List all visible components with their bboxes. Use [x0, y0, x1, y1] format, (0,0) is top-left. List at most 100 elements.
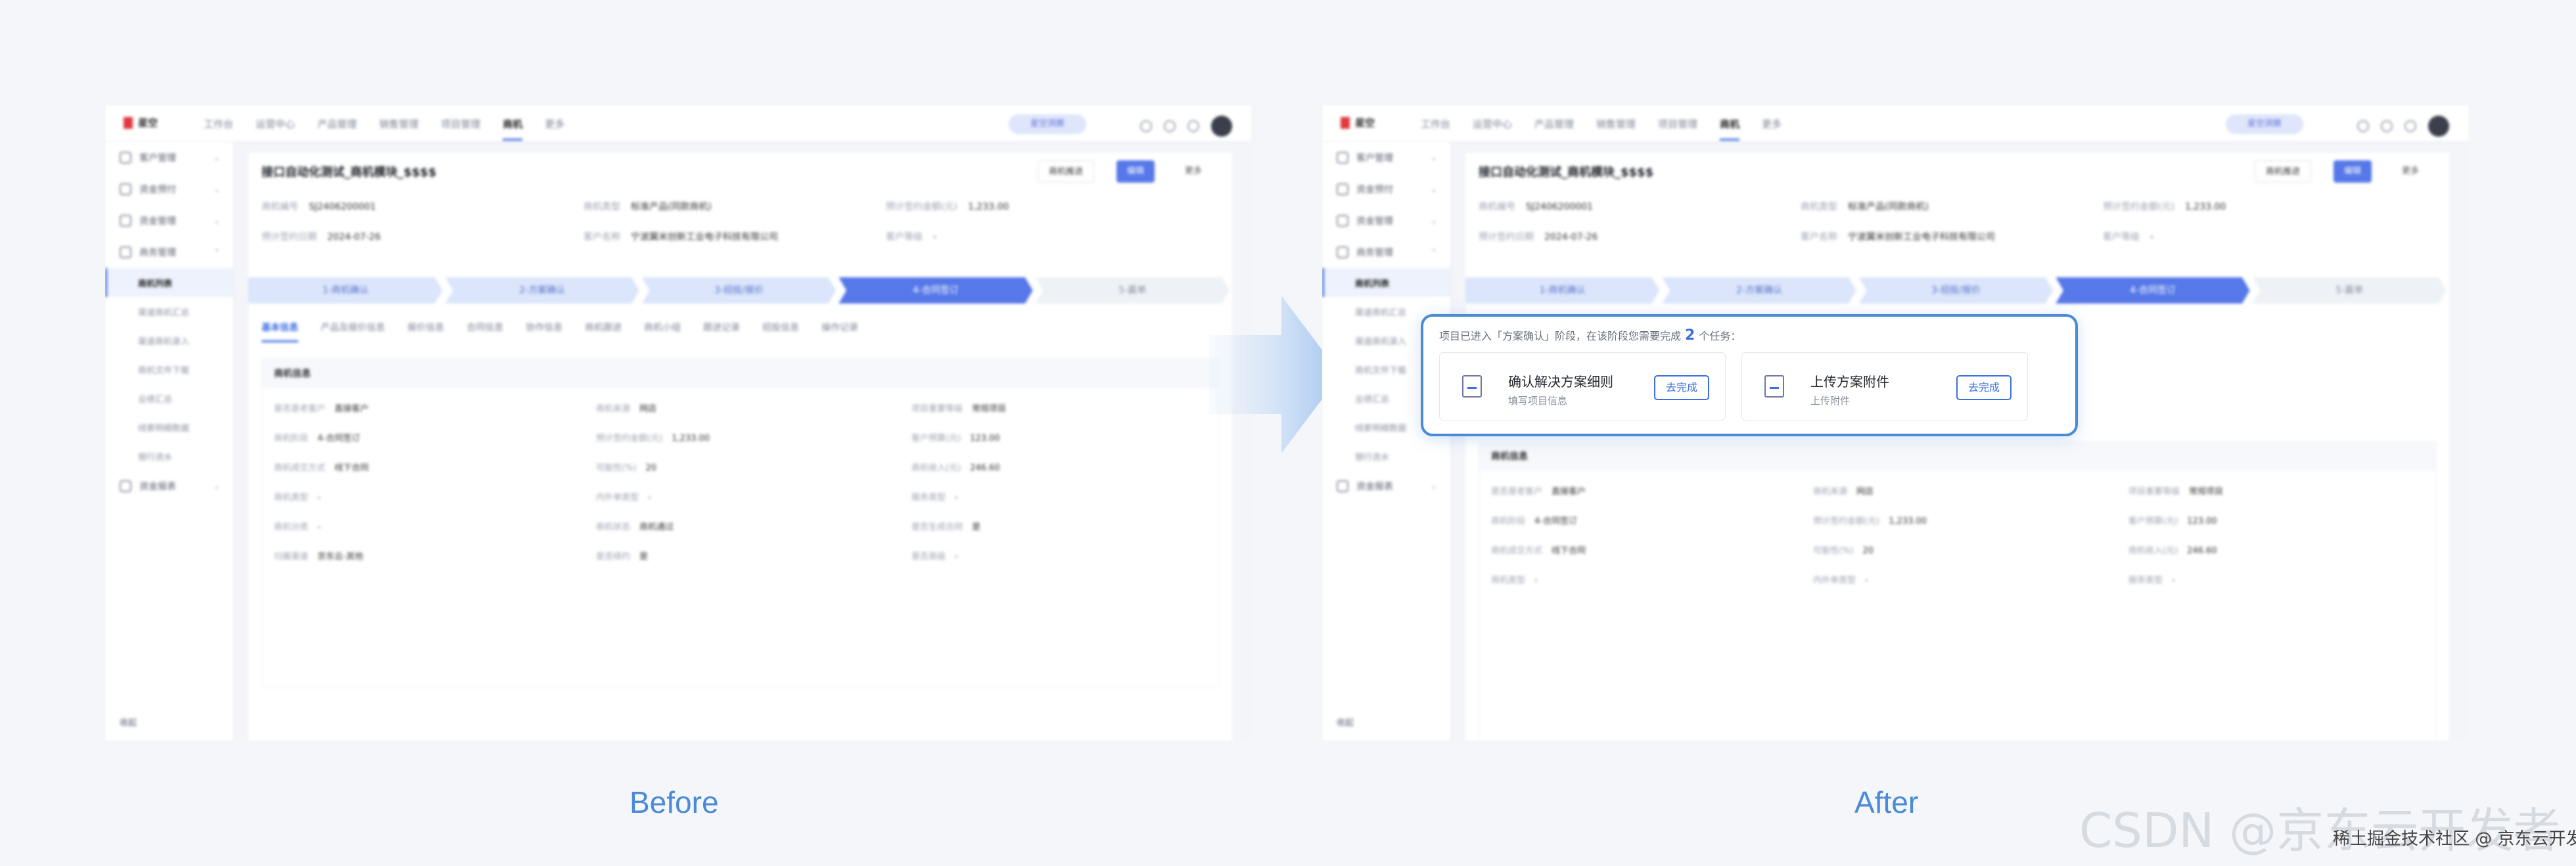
info-value: 2024-07-26	[1544, 232, 1598, 242]
nav-item[interactable]: 工作台	[1421, 117, 1450, 141]
nav-item[interactable]: 项目管理	[441, 117, 480, 141]
sidebar-item[interactable]: 资金报表 ⌄	[1322, 470, 1450, 502]
stage-step[interactable]: 5-赢单	[2252, 277, 2447, 304]
nav-item[interactable]: 运营中心	[256, 117, 295, 141]
insight-badge[interactable]: 星空洞察	[2226, 114, 2303, 134]
nav-item[interactable]: 销售管理	[1596, 117, 1636, 141]
help-icon[interactable]	[2381, 120, 2393, 132]
sidebar-item[interactable]: 客户管理 ⌄	[1322, 142, 1450, 173]
stage-step[interactable]: 1-商机确认	[248, 277, 443, 304]
sidebar-subitem[interactable]: 商机文件下载	[105, 355, 233, 384]
tab-basic-info[interactable]: 基本信息	[262, 321, 298, 342]
field-label: 客户预算(元)	[2128, 516, 2178, 526]
sidebar-subitem[interactable]: 渠道商机汇总	[105, 297, 233, 326]
sidebar-item[interactable]: 商务管理 ⌃	[1322, 237, 1450, 268]
stage-step[interactable]: 2-方案确认	[445, 277, 639, 304]
settings-icon[interactable]	[1187, 120, 1199, 132]
field-label: 商机来源	[1813, 487, 1848, 497]
info-value: 宁波翼米创新工业电子科技有限公司	[631, 232, 778, 242]
field-value: 常规项目	[2189, 487, 2224, 497]
page-title: 接口自动化测试_商机模块_$$$$	[262, 166, 437, 179]
sidebar-subitem[interactable]: 银行流水	[105, 442, 233, 470]
field: 是否高级 -	[911, 549, 1201, 562]
collapse-sidebar-button[interactable]: 收起	[120, 716, 137, 728]
sidebar-subitem[interactable]: 线索明细数据	[105, 413, 233, 442]
bell-icon[interactable]	[1140, 120, 1152, 132]
sidebar-subitem[interactable]: 银行流水	[1322, 442, 1450, 470]
field-value: 20	[645, 463, 657, 473]
stage-step[interactable]: 3-招投/报价	[1858, 277, 2054, 304]
sidebar-subitem[interactable]: 渠道商机录入	[105, 326, 233, 355]
briefcase-icon	[120, 246, 131, 258]
nav-item[interactable]: 更多	[545, 117, 564, 141]
info-value: 宁波翼米创新工业电子科技有限公司	[1848, 232, 1995, 242]
tab[interactable]: 协作信息	[526, 321, 563, 342]
tab[interactable]: 招投信息	[762, 321, 799, 342]
before-caption: Before	[630, 785, 719, 819]
settings-icon[interactable]	[2404, 120, 2416, 132]
tab[interactable]: 商机小组	[644, 321, 681, 342]
bell-icon[interactable]	[2357, 120, 2369, 132]
sidebar-item[interactable]: 资金管理 ⌄	[1322, 205, 1450, 237]
nav-item[interactable]: 工作台	[204, 117, 233, 141]
info-item: 商机类型 标准产品(同款商机)	[1801, 200, 2103, 213]
field-value: 线下合同	[1552, 546, 1586, 556]
info-label: 预计签约日期	[1479, 232, 1534, 242]
nav-item[interactable]: 销售管理	[379, 117, 419, 141]
sidebar-item[interactable]: 资金管理 ⌄	[105, 205, 233, 237]
sidebar-item[interactable]: 资金预付 ⌄	[1322, 173, 1450, 205]
advance-button[interactable]: 商机推进	[1037, 160, 1094, 183]
field-label: 预计签约金额(元)	[596, 434, 663, 444]
collapse-sidebar-button[interactable]: 收起	[1337, 716, 1354, 728]
field-label: 商机收入(元)	[911, 463, 961, 473]
nav-item[interactable]: 产品管理	[317, 117, 357, 141]
sidebar-subitem-active[interactable]: 商机列表	[1322, 268, 1450, 297]
info-label: 商机类型	[584, 202, 620, 212]
edit-button[interactable]: 编辑	[2333, 160, 2372, 183]
more-button[interactable]: 更多	[2391, 160, 2429, 183]
top-icons	[2357, 116, 2449, 137]
tab[interactable]: 操作记录	[821, 321, 858, 342]
stage-step-current[interactable]: 4-合同签订	[2056, 277, 2250, 304]
insight-badge[interactable]: 星空洞察	[1009, 114, 1086, 134]
chevron-up-icon: ⌃	[1430, 248, 1437, 257]
sidebar-subitem[interactable]: 业绩汇总	[105, 384, 233, 413]
sidebar-item[interactable]: 资金预付 ⌄	[105, 173, 233, 205]
tab[interactable]: 跟进记录	[703, 321, 740, 342]
nav-item-active[interactable]: 商机	[1720, 117, 1740, 141]
logo: 星空	[124, 116, 158, 129]
avatar[interactable]	[2428, 116, 2449, 137]
field: 预计签约金额(元) 1,233.00	[596, 431, 911, 444]
nav-item[interactable]: 产品管理	[1534, 117, 1574, 141]
section-title[interactable]: 商机信息	[262, 359, 1218, 388]
tab[interactable]: 合同信息	[467, 321, 503, 342]
sidebar-item[interactable]: 商务管理 ⌃	[105, 237, 233, 268]
tab[interactable]: 报价信息	[407, 321, 444, 342]
nav-item-active[interactable]: 商机	[503, 117, 523, 141]
field: 商机收入(元) 246.60	[911, 461, 1201, 473]
sidebar-item[interactable]: 客户管理 ⌄	[105, 142, 233, 173]
sidebar-subitem-active[interactable]: 商机列表	[105, 268, 233, 297]
avatar[interactable]	[1211, 116, 1232, 137]
stage-step[interactable]: 5-赢单	[1035, 277, 1230, 304]
stage-step[interactable]: 3-招投/报价	[641, 277, 837, 304]
more-button[interactable]: 更多	[1174, 160, 1212, 183]
money-icon	[120, 215, 131, 227]
advance-button[interactable]: 商机推进	[2254, 160, 2311, 183]
tab[interactable]: 产品及报价信息	[321, 321, 385, 342]
tab[interactable]: 商机跟进	[585, 321, 622, 342]
sidebar-item[interactable]: 资金报表 ⌄	[105, 470, 233, 502]
nav-item[interactable]: 更多	[1762, 117, 1782, 141]
edit-button[interactable]: 编辑	[1116, 160, 1155, 183]
stage-step[interactable]: 2-方案确认	[1662, 277, 1856, 304]
stage-step[interactable]: 1-商机确认	[1465, 277, 1660, 304]
section-title[interactable]: 商机信息	[1479, 442, 2435, 471]
go-complete-button[interactable]: 去完成	[1654, 375, 1709, 400]
logo-text: 星空	[138, 117, 158, 129]
stage-step-current[interactable]: 4-合同签订	[839, 277, 1033, 304]
help-icon[interactable]	[1164, 120, 1176, 132]
nav-item[interactable]: 运营中心	[1473, 117, 1512, 141]
stage-stepper: 1-商机确认 2-方案确认 3-招投/报价 4-合同签订 5-赢单	[248, 277, 1232, 304]
nav-item[interactable]: 项目管理	[1658, 117, 1697, 141]
go-complete-button[interactable]: 去完成	[1956, 375, 2012, 400]
